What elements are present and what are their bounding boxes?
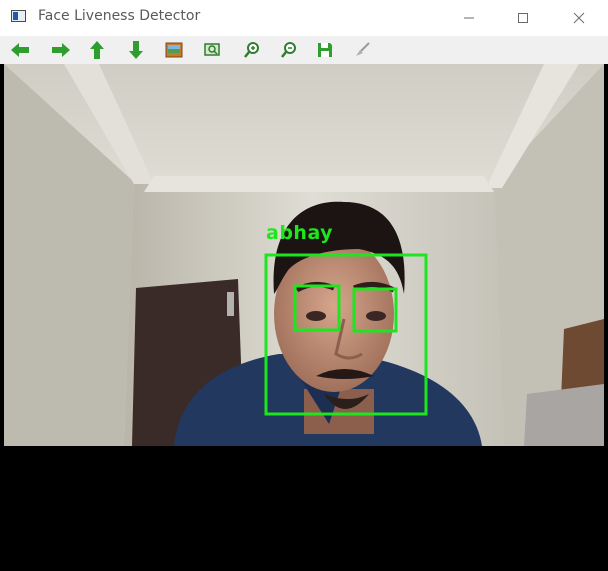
window-title: Face Liveness Detector [38, 8, 201, 24]
image-icon [165, 42, 183, 58]
properties-button[interactable] [351, 39, 373, 61]
zoom-in-icon [244, 42, 259, 58]
pan-left-button[interactable] [9, 39, 31, 61]
maximize-button[interactable] [500, 0, 546, 36]
zoom-fit-icon [204, 43, 220, 56]
zoom-in-button[interactable] [241, 39, 263, 61]
zoom-out-icon [281, 42, 296, 58]
close-button[interactable] [556, 0, 602, 36]
zoom-fit-button[interactable] [201, 39, 223, 61]
maximize-icon [518, 13, 528, 23]
face-name-label: abhay [266, 222, 334, 244]
zoom-reset-button[interactable] [163, 39, 185, 61]
minimize-button[interactable] [446, 0, 492, 36]
pan-up-button[interactable] [86, 39, 108, 61]
arrow-down-icon [129, 41, 143, 59]
arrow-left-icon [11, 43, 29, 57]
close-icon [573, 12, 585, 24]
toolbar [0, 36, 608, 64]
camera-frame: abhay [4, 64, 604, 446]
app-window-icon [11, 10, 26, 22]
save-icon [318, 43, 332, 57]
minimize-icon [464, 17, 474, 19]
arrow-right-icon [52, 43, 70, 57]
camera-scene [4, 64, 604, 446]
window-titlebar[interactable]: Face Liveness Detector [0, 0, 608, 36]
properties-brush-icon [356, 42, 370, 56]
save-button[interactable] [314, 39, 336, 61]
pan-down-button[interactable] [125, 39, 147, 61]
pan-right-button[interactable] [50, 39, 72, 61]
zoom-out-button[interactable] [278, 39, 300, 61]
arrow-up-icon [90, 41, 104, 59]
